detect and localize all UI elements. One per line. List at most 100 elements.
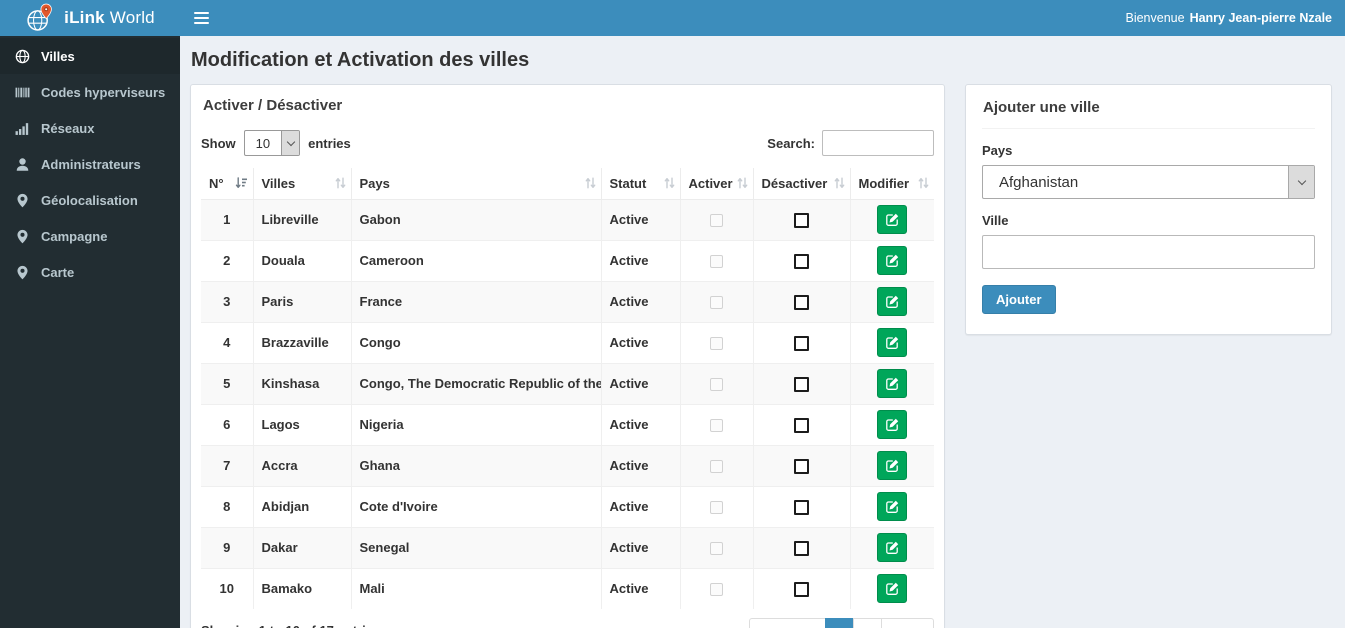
table-row: 3 Paris France Active [200, 280, 935, 323]
statut-cell: Active [600, 444, 681, 487]
pagination-previous-button[interactable]: Previous [749, 618, 826, 628]
desactiver-checkbox[interactable] [794, 253, 809, 269]
desactiver-checkbox[interactable] [794, 376, 809, 392]
column-header-pays[interactable]: Pays [350, 167, 602, 200]
ville-input[interactable] [982, 235, 1315, 269]
table-row: 9 Dakar Senegal Active [200, 526, 935, 569]
row-number-cell: 4 [200, 321, 254, 364]
panel-title: Activer / Désactiver [203, 97, 343, 114]
activer-checkbox [710, 583, 723, 597]
sidebar-item-reseaux[interactable]: Réseaux [0, 110, 180, 146]
row-number-cell: 2 [200, 239, 254, 282]
row-number-cell: 5 [200, 362, 254, 405]
desactiver-checkbox[interactable] [794, 294, 809, 310]
activer-checkbox [710, 255, 723, 269]
sidebar-toggle-button[interactable] [184, 0, 218, 36]
table-row: 10 Bamako Mali Active [200, 567, 935, 610]
sidebar-item-codes-hyperviseurs[interactable]: Codes hyperviseurs [0, 74, 180, 110]
ville-cell: Bamako [252, 567, 352, 610]
sort-both-icon [585, 177, 596, 190]
pays-cell: Senegal [350, 526, 602, 569]
pays-cell: Congo, The Democratic Republic of the Co… [350, 362, 602, 405]
table-info: Showing 1 to 10 of 17 entries [201, 618, 380, 628]
sidebar-item-label: Villes [41, 48, 75, 64]
top-navbar: iLink World Bienvenue Hanry Jean-pierre … [0, 0, 1345, 36]
page-length-select[interactable]: 10 [243, 130, 301, 156]
desactiver-checkbox[interactable] [794, 335, 809, 351]
welcome-user-name: Hanry Jean-pierre Nzale [1189, 11, 1332, 25]
globe-pin-logo-icon [27, 3, 52, 31]
column-header-villes[interactable]: Villes [252, 167, 352, 200]
table-row: 6 Lagos Nigeria Active [200, 403, 935, 446]
column-header-activer[interactable]: Activer [679, 167, 754, 200]
modifier-edit-button[interactable] [877, 205, 908, 234]
signal-icon [15, 122, 29, 135]
pays-select[interactable]: Afghanistan [982, 165, 1315, 199]
ville-cell: Brazzaville [252, 321, 352, 364]
ajouter-button[interactable]: Ajouter [982, 285, 1056, 314]
statut-cell: Active [600, 239, 681, 282]
sort-asc-icon [235, 177, 248, 190]
desactiver-checkbox[interactable] [794, 458, 809, 474]
modifier-edit-button[interactable] [877, 287, 908, 316]
desactiver-checkbox[interactable] [794, 499, 809, 515]
column-header-num[interactable]: N° [200, 167, 254, 200]
desactiver-checkbox[interactable] [794, 540, 809, 556]
statut-cell: Active [600, 485, 681, 528]
search-input[interactable] [822, 130, 934, 156]
chevron-down-icon [1288, 166, 1314, 198]
modifier-edit-button[interactable] [877, 246, 908, 275]
user-icon [16, 157, 29, 171]
modifier-edit-button[interactable] [877, 533, 908, 562]
pagination: Previous 1 2 Next [749, 618, 934, 628]
modifier-edit-button[interactable] [877, 410, 908, 439]
ville-cell: Kinshasa [252, 362, 352, 405]
modifier-edit-button[interactable] [877, 328, 908, 357]
desactiver-checkbox[interactable] [794, 212, 809, 228]
table-row: 2 Douala Cameroon Active [200, 239, 935, 282]
modifier-edit-button[interactable] [877, 369, 908, 398]
pays-cell: Cote d'Ivoire [350, 485, 602, 528]
page-title: Modification et Activation des villes [191, 49, 530, 71]
modifier-edit-button[interactable] [877, 574, 908, 604]
ville-cell: Dakar [252, 526, 352, 569]
modifier-edit-button[interactable] [877, 451, 908, 480]
ville-cell: Libreville [252, 198, 352, 241]
ville-cell: Abidjan [252, 485, 352, 528]
sort-both-icon [664, 177, 675, 190]
sidebar-item-label: Réseaux [41, 120, 95, 136]
column-header-modifier[interactable]: Modifier [849, 167, 935, 200]
sidebar-item-campagne[interactable]: Campagne [0, 218, 180, 254]
sidebar-item-label: Carte [41, 264, 75, 280]
activer-checkbox [710, 460, 723, 474]
pagination-next-button[interactable]: Next [881, 618, 934, 628]
sidebar-menu: Villes Codes hyperviseurs Réseaux Admini… [0, 36, 180, 290]
show-label: Show [201, 135, 236, 151]
table-row: 1 Libreville Gabon Active [200, 198, 935, 241]
edit-pencil-icon [885, 418, 898, 431]
entries-label: entries [308, 135, 351, 151]
column-header-desactiver[interactable]: Désactiver [752, 167, 851, 200]
villes-table-body: 1 Libreville Gabon Active 2 Douala Camer… [200, 198, 935, 610]
search-label: Search: [767, 135, 815, 151]
column-header-statut[interactable]: Statut [600, 167, 681, 200]
sidebar-item-carte[interactable]: Carte [0, 254, 180, 290]
pays-cell: Nigeria [350, 403, 602, 446]
edit-pencil-icon [885, 377, 898, 390]
main-content: Modification et Activation des villes Ac… [180, 36, 1345, 628]
desactiver-checkbox[interactable] [794, 581, 809, 597]
row-number-cell: 9 [200, 526, 254, 569]
welcome-prefix: Bienvenue [1125, 11, 1185, 25]
sidebar-item-administrateurs[interactable]: Administrateurs [0, 146, 180, 182]
ville-cell: Lagos [252, 403, 352, 446]
desactiver-checkbox[interactable] [794, 417, 809, 433]
modifier-edit-button[interactable] [877, 492, 908, 521]
statut-cell: Active [600, 321, 681, 364]
sidebar-item-geolocalisation[interactable]: Géolocalisation [0, 182, 180, 218]
pagination-page-2[interactable]: 2 [853, 618, 883, 628]
sidebar-item-villes[interactable]: Villes [0, 38, 180, 74]
sidebar-item-label: Administrateurs [41, 156, 141, 172]
pagination-page-1[interactable]: 1 [824, 618, 855, 628]
row-number-cell: 1 [200, 198, 254, 241]
page-length-control: Show 10 entries [201, 130, 351, 156]
